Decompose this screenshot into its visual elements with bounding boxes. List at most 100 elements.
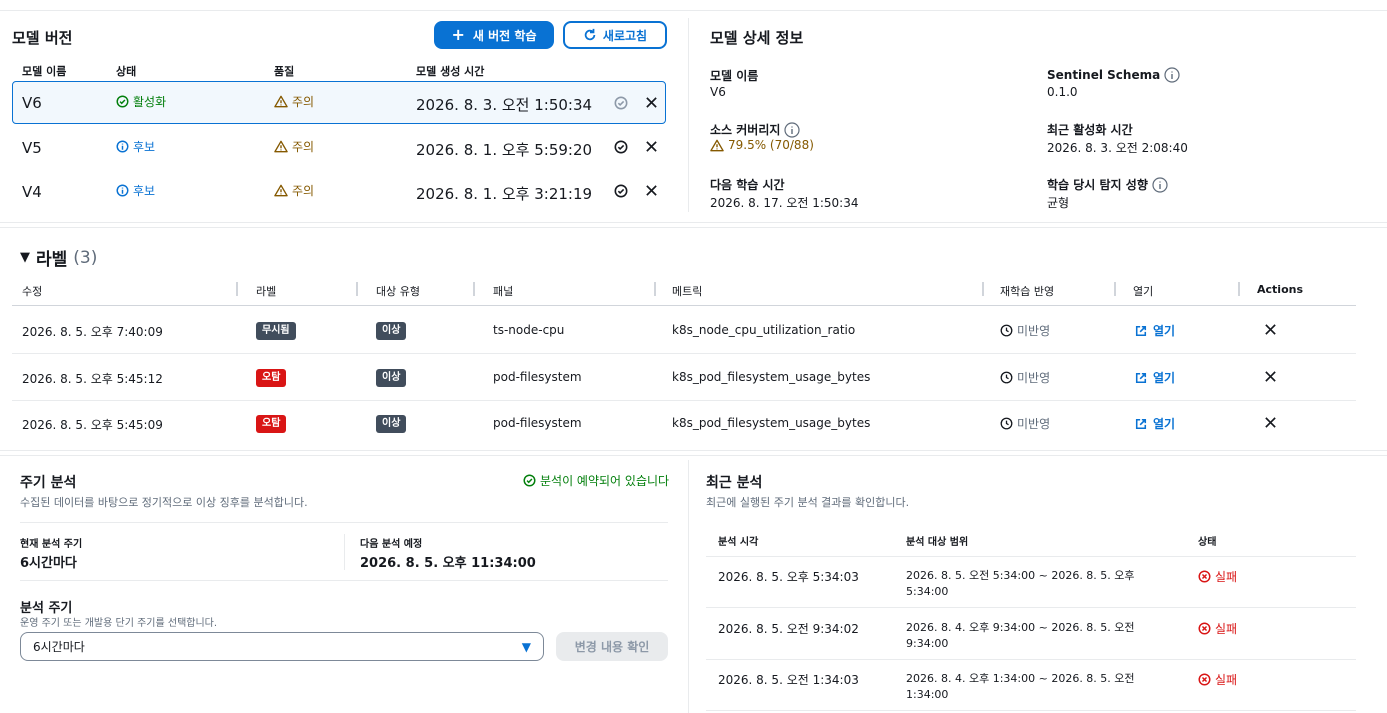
- col-analysis-range: 분석 대상 범위: [906, 537, 969, 548]
- target-badge: 이상: [376, 322, 407, 340]
- analysis-time: 2026. 8. 5. 오전 9:34:02: [718, 622, 859, 636]
- refresh-icon: [584, 28, 596, 41]
- col-quality: 품질: [274, 65, 295, 78]
- coverage-label: 소스 커버리지: [710, 121, 801, 138]
- col-separator[interactable]: [654, 282, 656, 296]
- label-modified: 2026. 8. 5. 오후 7:40:09: [22, 325, 163, 339]
- warning-icon: [274, 140, 288, 153]
- close-icon[interactable]: [645, 140, 658, 153]
- created-time: 2026. 8. 1. 오후 3:21:19: [416, 185, 593, 203]
- analysis-status: 실패: [1198, 620, 1237, 637]
- open-link[interactable]: 열기: [1135, 369, 1175, 386]
- col-separator[interactable]: [1238, 282, 1240, 296]
- labels-expander[interactable]: ▼ 라벨 (3): [20, 245, 98, 271]
- open-link[interactable]: 열기: [1135, 415, 1175, 432]
- created-time: 2026. 8. 3. 오전 1:50:34: [416, 96, 593, 114]
- next-analysis-value: 2026. 8. 5. 오후 11:34:00: [360, 556, 536, 571]
- col-open: 열기: [1133, 285, 1154, 298]
- tendency-label: 학습 당시 탐지 성향: [1047, 176, 1168, 193]
- divider: [344, 534, 345, 570]
- detail-name-label: 모델 이름: [710, 69, 759, 83]
- analysis-range: 2026. 8. 4. 오후 1:34:00 ~ 2026. 8. 5. 오전 …: [906, 672, 1135, 701]
- confirm-changes-button[interactable]: 변경 내용 확인: [556, 632, 668, 661]
- label-modified: 2026. 8. 5. 오후 5:45:09: [22, 418, 163, 432]
- col-label: 라벨: [256, 285, 277, 298]
- error-icon: [1198, 673, 1211, 686]
- vertical-divider: [688, 460, 689, 713]
- vertical-divider: [688, 18, 689, 212]
- retrain-status: 미반영: [1000, 369, 1050, 386]
- next-train-value: 2026. 8. 17. 오전 1:50:34: [710, 196, 859, 210]
- label-metric: k8s_pod_filesystem_usage_bytes: [672, 370, 871, 384]
- activate-icon[interactable]: [614, 140, 628, 154]
- label-panel: pod-filesystem: [493, 370, 582, 384]
- col-separator[interactable]: [473, 282, 475, 296]
- activate-icon[interactable]: [614, 96, 628, 110]
- labels-title: 라벨: [36, 250, 68, 270]
- activate-icon[interactable]: [614, 184, 628, 198]
- model-detail-title: 모델 상세 정보: [710, 29, 804, 47]
- label-badge: 오탐: [256, 369, 287, 387]
- info-icon[interactable]: [1164, 67, 1180, 83]
- warning-icon: [710, 139, 724, 151]
- clock-icon: [1000, 324, 1013, 337]
- col-metric: 메트릭: [672, 285, 703, 298]
- error-icon: [1198, 622, 1211, 635]
- quality-badge: 주의: [274, 138, 314, 155]
- divider: [20, 522, 668, 523]
- status-badge: 후보: [116, 138, 155, 155]
- clock-icon: [1000, 417, 1013, 430]
- label-panel: ts-node-cpu: [493, 323, 565, 337]
- info-icon[interactable]: [784, 121, 801, 138]
- col-separator[interactable]: [982, 282, 984, 296]
- analysis-time: 2026. 8. 5. 오전 1:34:03: [718, 673, 859, 687]
- delete-icon[interactable]: [1264, 416, 1277, 429]
- section-divider: [0, 450, 1387, 451]
- col-separator[interactable]: [1114, 282, 1116, 296]
- analysis-time: 2026. 8. 5. 오후 5:34:03: [718, 570, 859, 584]
- delete-icon[interactable]: [1264, 370, 1277, 383]
- external-link-icon: [1135, 418, 1147, 429]
- retrain-status: 미반영: [1000, 415, 1050, 432]
- external-link-icon: [1135, 372, 1147, 383]
- divider: [20, 580, 668, 581]
- error-icon: [1198, 570, 1211, 583]
- external-link-icon: [1135, 325, 1147, 336]
- current-period-label: 현재 분석 주기: [20, 539, 83, 550]
- caret-down-icon: ▼: [521, 639, 531, 654]
- col-separator[interactable]: [236, 282, 238, 296]
- section-divider: [0, 222, 1387, 223]
- table-header-divider: [12, 305, 1356, 306]
- current-period-value: 6시간마다: [20, 556, 77, 571]
- row-divider: [706, 607, 1356, 608]
- delete-icon[interactable]: [1264, 323, 1277, 336]
- label-metric: k8s_pod_filesystem_usage_bytes: [672, 416, 871, 430]
- row-divider: [12, 353, 1356, 354]
- status-badge: 활성화: [116, 93, 166, 110]
- plus-icon: +: [451, 25, 465, 44]
- col-panel: 패널: [493, 285, 514, 298]
- check-circle-icon: [116, 95, 129, 108]
- new-version-button[interactable]: + 새 버전 학습: [434, 21, 554, 49]
- info-icon: [116, 184, 129, 197]
- analysis-status: 실패: [1198, 671, 1237, 688]
- info-icon[interactable]: [1152, 176, 1168, 193]
- warning-icon: [274, 184, 288, 197]
- check-circle-icon: [523, 474, 536, 487]
- section-divider: [0, 455, 1387, 456]
- labels-count: (3): [73, 247, 98, 268]
- status-badge: 후보: [116, 182, 155, 199]
- info-icon: [116, 140, 129, 153]
- tendency-value: 균형: [1047, 196, 1070, 210]
- close-icon[interactable]: [645, 184, 658, 197]
- clock-icon: [1000, 371, 1013, 384]
- period-select[interactable]: 6시간마다 ▼: [20, 632, 544, 661]
- refresh-button[interactable]: 새로고침: [563, 21, 667, 49]
- col-created: 모델 생성 시간: [416, 65, 485, 78]
- model-name: V4: [22, 183, 42, 201]
- col-analysis-time: 분석 시각: [718, 537, 759, 548]
- close-icon[interactable]: [645, 96, 658, 109]
- created-time: 2026. 8. 1. 오후 5:59:20: [416, 141, 593, 159]
- open-link[interactable]: 열기: [1135, 322, 1175, 339]
- col-separator[interactable]: [356, 282, 358, 296]
